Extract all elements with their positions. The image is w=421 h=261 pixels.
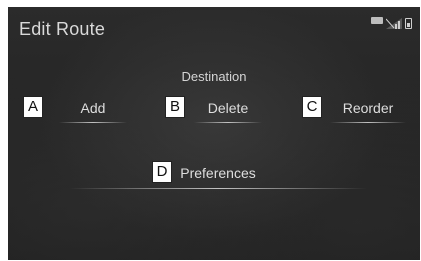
bluetooth-icon xyxy=(371,17,383,24)
battery-icon xyxy=(405,18,412,29)
edit-route-screen: Edit Route Destination Add Delete Reorde… xyxy=(8,7,420,260)
callout-label-d: D xyxy=(152,161,172,183)
signal-strength-icon xyxy=(386,18,402,29)
add-button-label: Add xyxy=(80,100,106,116)
preferences-button[interactable]: Preferences xyxy=(63,159,373,189)
callout-label-c: C xyxy=(302,96,322,118)
delete-destination-button[interactable]: Delete xyxy=(188,95,268,123)
page-title: Edit Route xyxy=(19,19,106,39)
callout-label-a: A xyxy=(23,96,43,118)
preferences-button-label: Preferences xyxy=(180,165,256,181)
add-destination-button[interactable]: Add xyxy=(53,95,133,123)
reorder-destinations-button[interactable]: Reorder xyxy=(323,95,413,123)
destination-section-label: Destination xyxy=(181,69,247,84)
reorder-button-label: Reorder xyxy=(342,100,394,116)
delete-button-label: Delete xyxy=(207,100,249,116)
status-bar xyxy=(371,17,412,29)
callout-label-b: B xyxy=(165,96,185,118)
